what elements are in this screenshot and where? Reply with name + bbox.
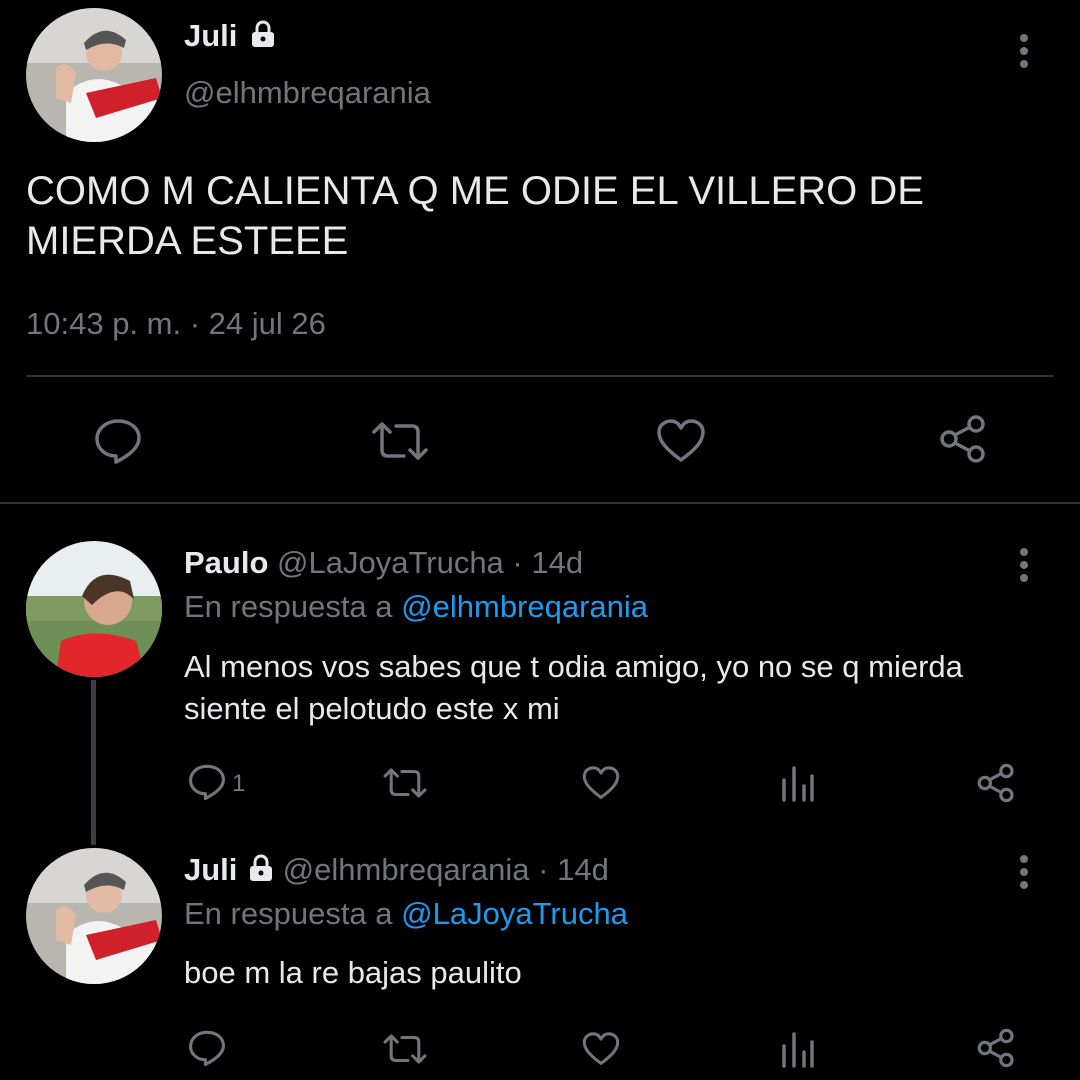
reply-handle[interactable]: @LaJoyaTrucha (277, 545, 504, 580)
reply-header-juli: Juli @elhmbreqarania · 14d (184, 850, 609, 892)
main-handle[interactable]: @elhmbreqarania (184, 73, 431, 113)
reply-age[interactable]: · 14d (538, 852, 609, 887)
reply-prefix: En respuesta a (184, 589, 393, 624)
retweet-icon[interactable] (382, 1032, 428, 1066)
tweet-timestamp[interactable]: 10:43 p. m. · 24 jul 26 (26, 304, 326, 344)
lock-icon (248, 852, 274, 892)
reply-icon[interactable] (94, 418, 142, 464)
analytics-icon[interactable] (780, 1030, 816, 1068)
reply-prefix: En respuesta a (184, 896, 393, 931)
reply-handle[interactable]: @elhmbreqarania (283, 852, 530, 887)
analytics-icon[interactable] (780, 764, 816, 802)
reply-icon[interactable] (188, 1030, 226, 1066)
reply-to-link[interactable]: @LaJoyaTrucha (401, 896, 628, 931)
retweet-icon[interactable] (382, 766, 428, 800)
thread-line (91, 680, 96, 845)
reply-to-link[interactable]: @elhmbreqarania (401, 589, 648, 624)
lock-icon (250, 18, 276, 58)
like-icon[interactable] (582, 1031, 620, 1067)
more-options-icon[interactable] (1020, 548, 1028, 587)
reply-context: En respuesta a @elhmbreqarania (184, 587, 648, 627)
tweet-text: COMO M CALIENTA Q ME ODIE EL VILLERO DE … (26, 169, 924, 263)
section-divider (0, 502, 1080, 504)
reply-avatar-juli[interactable] (26, 848, 162, 984)
main-avatar[interactable] (26, 8, 162, 142)
reply-icon[interactable] (188, 764, 226, 800)
reply-avatar-paulo[interactable] (26, 541, 162, 677)
like-icon[interactable] (582, 765, 620, 801)
reply-context: En respuesta a @LaJoyaTrucha (184, 894, 628, 934)
reply-age[interactable]: · 14d (512, 545, 583, 580)
reply-display-name[interactable]: Paulo (184, 545, 268, 580)
more-options-icon[interactable] (1020, 34, 1028, 73)
share-icon[interactable] (976, 1028, 1016, 1068)
reply-display-name[interactable]: Juli (184, 852, 237, 887)
reply-text: boe m la re bajas paulito (184, 955, 522, 990)
display-name-text[interactable]: Juli (184, 18, 237, 53)
timestamp-divider (26, 375, 1054, 377)
more-options-icon[interactable] (1020, 855, 1028, 894)
like-icon[interactable] (656, 418, 706, 464)
retweet-icon[interactable] (370, 420, 430, 462)
reply-count: 1 (232, 770, 246, 797)
share-icon[interactable] (976, 763, 1016, 803)
main-display-name[interactable]: Juli (184, 16, 276, 58)
reply-text: Al menos vos sabes que t odia amigo, yo … (184, 649, 963, 726)
share-icon[interactable] (938, 414, 988, 464)
reply-header-paulo: Paulo @LaJoyaTrucha · 14d (184, 543, 583, 583)
